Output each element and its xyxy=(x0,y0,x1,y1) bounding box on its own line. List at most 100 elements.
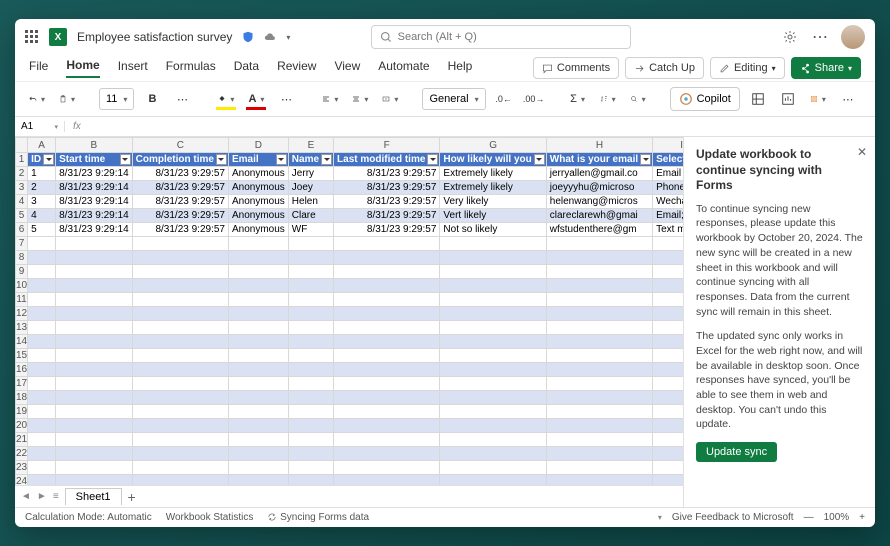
column-header[interactable]: E xyxy=(288,138,333,153)
cell[interactable] xyxy=(440,237,546,251)
cell[interactable] xyxy=(28,335,56,349)
cell[interactable] xyxy=(334,265,440,279)
row-header[interactable]: 5 xyxy=(16,209,28,223)
cell[interactable]: Anonymous xyxy=(228,223,288,237)
cell[interactable]: 8/31/23 9:29:57 xyxy=(334,209,440,223)
cell[interactable]: Clare xyxy=(288,209,333,223)
row-header[interactable]: 9 xyxy=(16,265,28,279)
cell[interactable] xyxy=(132,321,228,335)
cell[interactable]: Phone c xyxy=(653,181,683,195)
cell[interactable] xyxy=(228,321,288,335)
name-box[interactable]: A1▾ xyxy=(15,121,65,132)
cell[interactable] xyxy=(28,349,56,363)
cell[interactable] xyxy=(334,363,440,377)
row-header[interactable]: 23 xyxy=(16,461,28,475)
cell[interactable] xyxy=(56,307,133,321)
cell[interactable] xyxy=(546,265,652,279)
cell[interactable] xyxy=(56,279,133,293)
cell[interactable]: Very likely xyxy=(440,195,546,209)
cell[interactable] xyxy=(546,405,652,419)
tab-automate[interactable]: Automate xyxy=(378,59,429,77)
cell[interactable] xyxy=(132,391,228,405)
cell[interactable] xyxy=(228,251,288,265)
cell[interactable]: 8/31/23 9:29:14 xyxy=(56,167,133,181)
row-header[interactable]: 12 xyxy=(16,307,28,321)
filter-icon[interactable] xyxy=(216,154,227,165)
cell[interactable]: 8/31/23 9:29:57 xyxy=(334,223,440,237)
cell[interactable] xyxy=(334,237,440,251)
cell[interactable] xyxy=(288,335,333,349)
cell[interactable]: 8/31/23 9:29:14 xyxy=(56,223,133,237)
cell[interactable] xyxy=(228,447,288,461)
column-header[interactable]: D xyxy=(228,138,288,153)
cell[interactable] xyxy=(440,363,546,377)
row-header[interactable]: 22 xyxy=(16,447,28,461)
column-header[interactable]: C xyxy=(132,138,228,153)
cell[interactable] xyxy=(440,461,546,475)
cell[interactable] xyxy=(228,307,288,321)
cell[interactable] xyxy=(132,349,228,363)
zoom-level[interactable]: 100% xyxy=(824,512,850,523)
cell[interactable]: 8/31/23 9:29:14 xyxy=(56,181,133,195)
cell[interactable] xyxy=(228,377,288,391)
cell[interactable] xyxy=(653,363,683,377)
cell[interactable] xyxy=(288,377,333,391)
cell[interactable] xyxy=(28,405,56,419)
cell[interactable] xyxy=(56,391,133,405)
filter-icon[interactable] xyxy=(640,154,651,165)
copilot-button[interactable]: Copilot xyxy=(670,87,740,111)
cell[interactable] xyxy=(28,279,56,293)
cell[interactable] xyxy=(288,279,333,293)
filter-icon[interactable] xyxy=(43,154,54,165)
tab-file[interactable]: File xyxy=(29,59,48,77)
paste-button[interactable]: ▾ xyxy=(55,87,79,111)
cell[interactable]: Text me xyxy=(653,223,683,237)
cell[interactable] xyxy=(546,461,652,475)
cell[interactable] xyxy=(546,251,652,265)
addins-button[interactable] xyxy=(746,87,770,111)
cell[interactable] xyxy=(546,349,652,363)
cell[interactable] xyxy=(28,293,56,307)
cell[interactable] xyxy=(228,475,288,486)
editing-mode-button[interactable]: Editing▾ xyxy=(710,57,785,79)
cell[interactable] xyxy=(334,461,440,475)
cell[interactable] xyxy=(440,251,546,265)
row-header[interactable]: 17 xyxy=(16,377,28,391)
cell[interactable] xyxy=(653,461,683,475)
cell[interactable] xyxy=(440,265,546,279)
share-button[interactable]: Share▾ xyxy=(791,57,861,79)
cell[interactable] xyxy=(28,237,56,251)
cell[interactable] xyxy=(546,419,652,433)
sheet-tab[interactable]: Sheet1 xyxy=(65,488,122,505)
zoom-out-button[interactable]: — xyxy=(804,512,814,523)
sheet-all-icon[interactable]: ≡ xyxy=(53,491,59,502)
cell[interactable] xyxy=(132,419,228,433)
cell[interactable] xyxy=(28,447,56,461)
cell[interactable] xyxy=(56,377,133,391)
cell[interactable] xyxy=(132,405,228,419)
cell[interactable]: 8/31/23 9:29:57 xyxy=(334,195,440,209)
fx-label[interactable]: fx xyxy=(65,121,89,132)
row-header[interactable]: 10 xyxy=(16,279,28,293)
cell[interactable]: Anonymous xyxy=(228,167,288,181)
feedback-link[interactable]: Give Feedback to Microsoft xyxy=(672,512,794,523)
cell[interactable] xyxy=(546,237,652,251)
cell[interactable] xyxy=(28,265,56,279)
cell[interactable] xyxy=(334,321,440,335)
fill-color-button[interactable]: ▾ xyxy=(214,87,238,111)
table-column-header[interactable]: How likely will you xyxy=(440,153,546,167)
cell[interactable] xyxy=(334,251,440,265)
cell[interactable]: Helen xyxy=(288,195,333,209)
cell[interactable] xyxy=(334,433,440,447)
column-header[interactable]: I xyxy=(653,138,683,153)
cell[interactable] xyxy=(440,279,546,293)
cell[interactable] xyxy=(288,461,333,475)
cell[interactable] xyxy=(28,251,56,265)
spreadsheet-grid[interactable]: ABCDEFGHI1IDStart timeCompletion timeEma… xyxy=(15,137,683,485)
cell[interactable]: 8/31/23 9:29:57 xyxy=(132,195,228,209)
cell[interactable] xyxy=(440,391,546,405)
cell[interactable] xyxy=(440,419,546,433)
column-header[interactable]: B xyxy=(56,138,133,153)
filter-icon[interactable] xyxy=(276,154,287,165)
table-column-header[interactable]: Start time xyxy=(56,153,133,167)
